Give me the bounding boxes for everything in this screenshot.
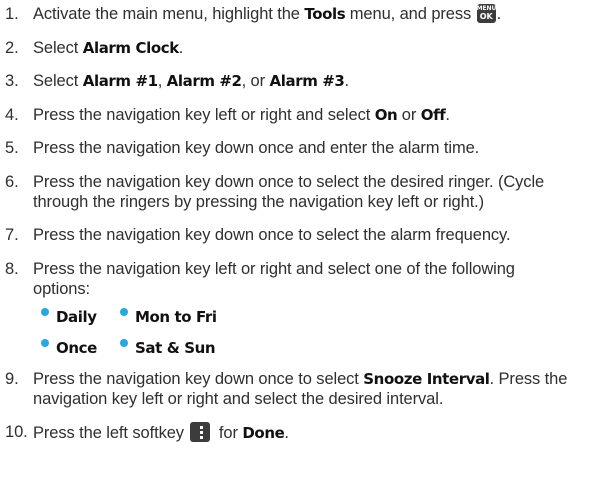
- step-number: 5.: [5, 139, 19, 157]
- step-3: 3. Select Alarm #1, Alarm #2, or Alarm #…: [5, 71, 595, 91]
- step-text: Press the navigation key down once to se…: [33, 172, 545, 191]
- option-once: Once: [41, 338, 97, 358]
- bullet-icon: [41, 338, 49, 347]
- step-text: ,: [157, 72, 167, 90]
- option-label: Sat & Sun: [135, 338, 216, 357]
- step-number: 3.: [5, 72, 19, 90]
- step-number: 8.: [5, 259, 19, 278]
- step-number: 9.: [5, 369, 19, 388]
- step-text: navigation key left or right and select …: [33, 389, 444, 408]
- bullet-icon: [120, 338, 128, 347]
- options-row: Once Sat & Sun: [41, 338, 595, 358]
- step-text: . Press the: [489, 369, 568, 388]
- step-9: 9. Press the navigation key down once to…: [5, 369, 595, 409]
- step-number: 1.: [5, 5, 19, 23]
- step-5: 5. Press the navigation key down once an…: [5, 138, 595, 158]
- step-text: Press the navigation key down once to se…: [33, 226, 511, 244]
- option-label: Mon to Fri: [135, 307, 217, 326]
- alarm-1-label: Alarm #1: [82, 72, 158, 90]
- step-number: 6.: [5, 172, 19, 191]
- step-4: 4. Press the navigation key left or righ…: [5, 105, 595, 125]
- step-text: , or: [241, 72, 270, 90]
- menu-ok-key-icon: MENU OK: [476, 4, 496, 23]
- step-text: .: [344, 72, 349, 90]
- step-text: .: [445, 105, 450, 124]
- done-label: Done: [242, 424, 285, 442]
- step-text: Press the navigation key left or right a…: [33, 105, 375, 124]
- step-number: 4.: [5, 105, 19, 124]
- instruction-steps: 1. Activate the main menu, highlight the…: [5, 4, 595, 457]
- option-daily: Daily: [41, 307, 97, 327]
- step-7: 7. Press the navigation key down once to…: [5, 225, 595, 245]
- step-2: 2. Select Alarm Clock.: [5, 38, 595, 58]
- step-number: 10.: [5, 423, 28, 441]
- step-text: Press the navigation key down once and e…: [33, 139, 480, 157]
- alarm-3-label: Alarm #3: [269, 72, 345, 90]
- step-number: 7.: [5, 226, 19, 244]
- step-text: Select: [33, 38, 83, 57]
- alarm-clock-label: Alarm Clock: [82, 38, 179, 57]
- option-mon-to-fri: Mon to Fri: [120, 307, 217, 327]
- step-text: Press the navigation key down once to se…: [33, 369, 364, 388]
- option-label: Daily: [56, 307, 97, 326]
- step-text: .: [496, 5, 502, 23]
- option-label: Once: [56, 338, 97, 357]
- step-1: 1. Activate the main menu, highlight the…: [5, 4, 595, 24]
- step-text: .: [284, 424, 289, 442]
- tools-menu-label: Tools: [304, 5, 346, 23]
- step-text: Select: [33, 72, 83, 90]
- option-sat-and-sun: Sat & Sun: [120, 338, 216, 358]
- snooze-interval-label: Snooze Interval: [363, 369, 490, 388]
- left-softkey-icon: [190, 422, 211, 442]
- frequency-options: Daily Mon to Fri Once Sat & Sun: [41, 307, 595, 358]
- step-10: 10. Press the left softkey for Done.: [5, 422, 595, 443]
- step-text: menu, and press: [345, 5, 476, 23]
- step-text: Press the navigation key left or right a…: [33, 259, 515, 278]
- step-text: Activate the main menu, highlight the: [33, 5, 305, 23]
- options-row: Daily Mon to Fri: [41, 307, 595, 327]
- on-label: On: [374, 105, 398, 124]
- step-text: through the ringers by pressing the navi…: [33, 192, 485, 211]
- alarm-2-label: Alarm #2: [166, 72, 242, 90]
- step-text: Press the left softkey: [33, 424, 189, 442]
- step-8: 8. Press the navigation key left or righ…: [5, 259, 595, 299]
- step-text: or: [397, 105, 421, 124]
- step-text: for: [214, 424, 243, 442]
- step-text: .: [178, 38, 184, 57]
- step-number: 2.: [5, 38, 19, 57]
- bullet-icon: [120, 307, 128, 316]
- off-label: Off: [420, 105, 446, 124]
- step-6: 6. Press the navigation key down once to…: [5, 172, 595, 212]
- ok-key-label: OK: [479, 12, 493, 21]
- bullet-icon: [41, 307, 49, 316]
- step-text: options:: [33, 279, 90, 298]
